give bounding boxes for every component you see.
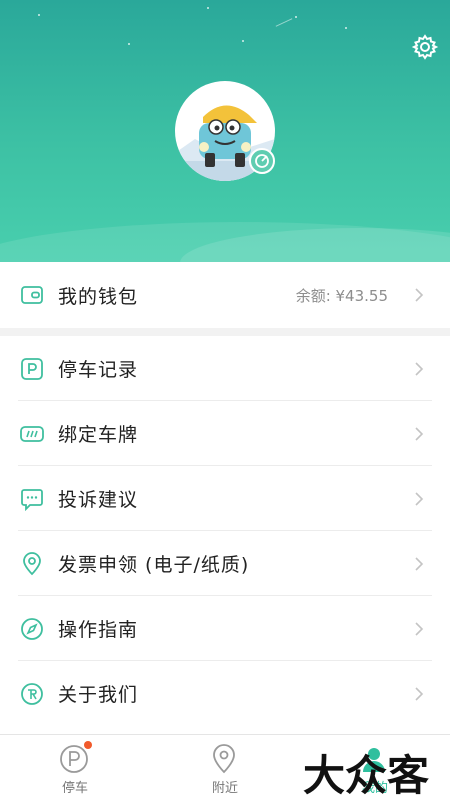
parking-icon — [21, 357, 43, 380]
profile-header — [0, 0, 450, 262]
chevron-right-icon — [415, 491, 424, 506]
menu-item-label: 投诉建议 — [58, 489, 139, 511]
star-decoration — [345, 27, 347, 29]
menu-item-parking-records[interactable]: 停车记录 — [0, 336, 450, 401]
gear-icon[interactable] — [411, 33, 439, 61]
watermark-text: 大众客 — [303, 751, 430, 800]
menu-item-invoice[interactable]: 发票申领 (电子/纸质) — [0, 531, 450, 596]
star-decoration — [38, 14, 40, 16]
chevron-right-icon — [415, 288, 424, 302]
menu-item-label: 绑定车牌 — [58, 424, 139, 446]
tab-parking[interactable]: 停车 — [0, 735, 150, 800]
star-decoration — [207, 7, 209, 9]
menu-item-guide[interactable]: 操作指南 — [0, 596, 450, 661]
menu-item-about[interactable]: 关于我们 — [0, 661, 450, 726]
edit-icon[interactable] — [249, 148, 275, 174]
wallet-balance: 余额: ¥43.55 — [295, 286, 388, 305]
wallet-label: 我的钱包 — [58, 285, 139, 308]
chevron-right-icon — [415, 361, 424, 376]
location-pin-icon — [23, 551, 41, 575]
star-decoration — [295, 16, 297, 18]
menu-item-bind-plate[interactable]: 绑定车牌 — [0, 401, 450, 466]
tab-label: 停车 — [61, 781, 88, 796]
chevron-right-icon — [415, 426, 424, 441]
wallet-row[interactable]: 我的钱包 余额: ¥43.55 — [0, 262, 450, 328]
menu-list: 停车记录 绑定车牌 投诉建议 发票申领 (电子/纸质) 操作指南 关于我们 — [0, 336, 450, 734]
notification-dot — [84, 741, 92, 749]
chevron-right-icon — [415, 556, 424, 571]
wallet-icon — [21, 286, 43, 304]
star-decoration — [242, 40, 244, 42]
location-tab-icon — [213, 744, 235, 774]
shooting-star-decoration — [275, 18, 293, 27]
menu-item-label: 关于我们 — [58, 684, 139, 706]
menu-item-label: 发票申领 (电子/纸质) — [58, 554, 250, 576]
menu-item-label: 操作指南 — [58, 619, 139, 641]
tab-nearby[interactable]: 附近 — [150, 735, 300, 800]
about-icon — [21, 682, 43, 705]
parking-tab-icon — [60, 745, 88, 773]
chat-icon — [21, 488, 43, 511]
menu-item-feedback[interactable]: 投诉建议 — [0, 466, 450, 531]
star-decoration — [128, 43, 130, 45]
compass-icon — [21, 617, 43, 640]
menu-item-label: 停车记录 — [58, 359, 139, 381]
tab-label: 附近 — [211, 781, 238, 796]
license-plate-icon — [20, 425, 44, 442]
chevron-right-icon — [415, 686, 424, 701]
chevron-right-icon — [415, 621, 424, 636]
